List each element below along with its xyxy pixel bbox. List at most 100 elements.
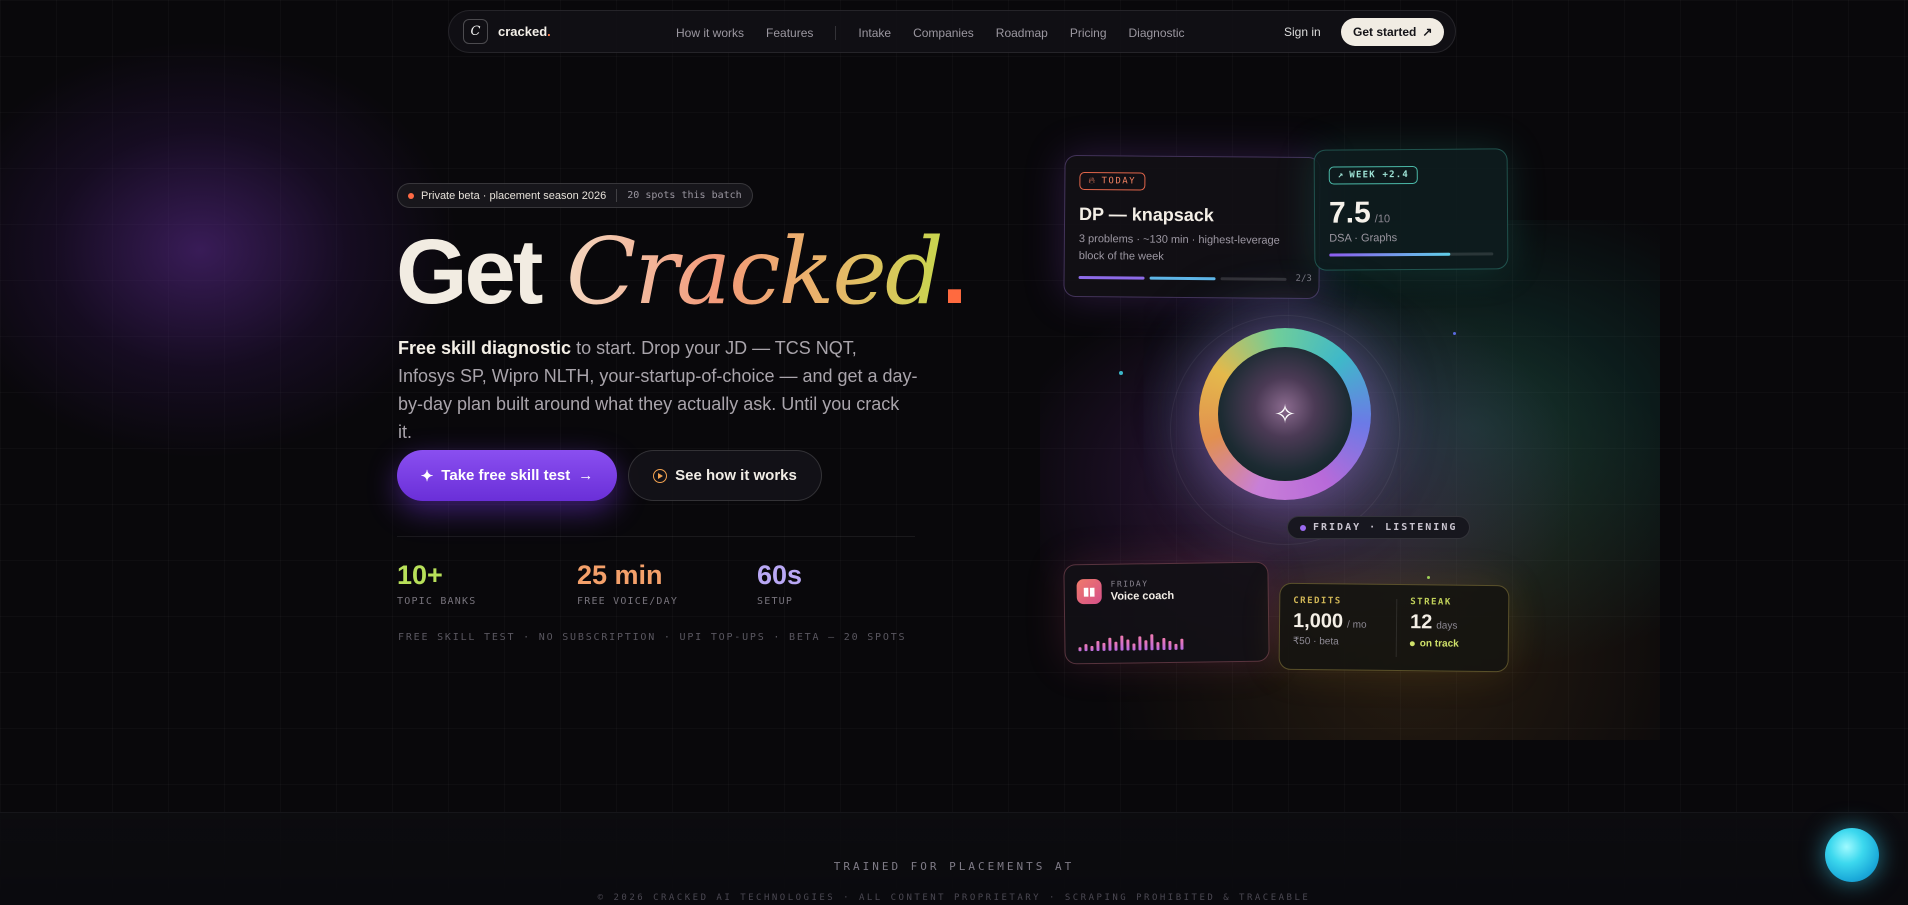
- streak-value: 12: [1409, 611, 1433, 634]
- credits-streak-card[interactable]: CREDITS 1,000 / mo ₹50 · beta STREAK 12 …: [1278, 582, 1510, 673]
- waveform-bar: [1162, 638, 1166, 651]
- stat-setup: 60s SETUP: [757, 560, 802, 607]
- credits-divider: [1395, 599, 1398, 658]
- particle-dot: [1119, 371, 1123, 375]
- voice-title: Voice coach: [1110, 589, 1175, 603]
- nav-link-companies[interactable]: Companies: [913, 26, 974, 40]
- see-how-it-works-button[interactable]: See how it works: [628, 450, 822, 501]
- nav-divider: [835, 25, 837, 40]
- streak-kicker: STREAK: [1410, 597, 1452, 608]
- waveform-bar: [1102, 642, 1106, 651]
- waveform-bar: [1150, 634, 1154, 651]
- voice-coach-card[interactable]: ▮▮ FRIDAY Voice coach: [1063, 561, 1270, 665]
- logo-icon[interactable]: C: [463, 19, 488, 44]
- waveform-bar: [1084, 644, 1088, 652]
- see-how-it-works-label: See how it works: [675, 467, 797, 484]
- nav-link-features[interactable]: Features: [766, 26, 813, 40]
- stat-free-voice: 25 min FREE VOICE/DAY: [577, 560, 678, 607]
- fineprint: FREE SKILL TEST · NO SUBSCRIPTION · UPI …: [398, 632, 907, 643]
- subcopy-bold: Free skill diagnostic: [398, 338, 572, 358]
- week-score-value: 7.5: [1328, 196, 1371, 230]
- week-card[interactable]: ↗ WEEK +2.4 7.5 /10 DSA · Graphs: [1313, 148, 1509, 271]
- sign-in-link[interactable]: Sign in: [1284, 25, 1321, 39]
- headline-cracked: Cracked: [565, 218, 944, 325]
- arrow-right-icon: →: [578, 467, 594, 484]
- get-started-label: Get started: [1353, 25, 1417, 39]
- badge-divider: [616, 189, 618, 202]
- footer: [0, 812, 1908, 905]
- assistant-orb[interactable]: ✧: [1170, 315, 1400, 545]
- week-score: 7.5 /10: [1329, 195, 1493, 230]
- listening-label: FRIDAY · LISTENING: [1313, 522, 1458, 533]
- streak-value-row: 12 days: [1410, 611, 1459, 635]
- nav-link-how-it-works[interactable]: How it works: [676, 26, 744, 40]
- nav-link-intake[interactable]: Intake: [858, 26, 891, 40]
- nav-link-pricing[interactable]: Pricing: [1070, 26, 1107, 40]
- progress-count: 2/3: [1295, 273, 1312, 285]
- listening-status: FRIDAY · LISTENING: [1287, 516, 1471, 539]
- today-tag: 🔥︎ TODAY: [1079, 172, 1146, 191]
- week-tag-label: WEEK +2.4: [1349, 170, 1409, 181]
- stat-value: 60s: [757, 560, 803, 590]
- trained-heading: TRAINED FOR PLACEMENTS AT: [833, 860, 1075, 873]
- sparkle-icon: ✦: [420, 467, 434, 485]
- waveform-bar: [1096, 640, 1100, 651]
- waveform-bar: [1168, 640, 1172, 650]
- take-skill-test-button[interactable]: ✦ Take free skill test →: [397, 450, 617, 501]
- voice-kicker: FRIDAY: [1110, 579, 1149, 589]
- waveform-bar: [1114, 641, 1118, 651]
- flame-icon: 🔥︎: [1088, 176, 1097, 187]
- progress-segment: [1078, 275, 1145, 280]
- today-subtitle: 3 problems · ~130 min · highest-leverage…: [1078, 233, 1280, 263]
- arrow-up-right-icon: ↗: [1422, 25, 1433, 39]
- credits-kicker: CREDITS: [1293, 595, 1342, 607]
- stats-divider: [397, 536, 915, 537]
- waveform-bar: [1132, 643, 1136, 651]
- waveform-bar: [1078, 647, 1082, 652]
- waveform-bar: [1090, 646, 1094, 652]
- waveform-bar: [1144, 640, 1148, 651]
- voice-waveform: [1078, 630, 1184, 652]
- waveform-bar: [1108, 637, 1112, 651]
- sparkle-icon: ✧: [1274, 398, 1296, 429]
- trend-up-icon: ↗: [1337, 170, 1345, 181]
- credits-unit: / mo: [1347, 619, 1367, 631]
- today-progress: 2/3: [1078, 272, 1312, 285]
- voice-header: ▮▮ FRIDAY Voice coach: [1076, 577, 1256, 605]
- stat-label: TOPIC BANKS: [397, 596, 477, 607]
- waveform-bar: [1156, 642, 1160, 651]
- progress-segment: [1220, 276, 1287, 281]
- take-skill-test-label: Take free skill test: [441, 467, 571, 484]
- hero-subcopy: Free skill diagnostic to start. Drop you…: [398, 334, 918, 446]
- top-nav: C cracked. How it works Features Intake …: [448, 10, 1456, 53]
- today-card[interactable]: 🔥︎ TODAY DP — knapsack 3 problems · ~130 …: [1063, 154, 1321, 300]
- get-started-button[interactable]: Get started ↗: [1341, 18, 1445, 46]
- week-tag: ↗ WEEK +2.4: [1328, 165, 1419, 185]
- stat-topic-banks: 10+ TOPIC BANKS: [397, 560, 476, 607]
- nav-link-roadmap[interactable]: Roadmap: [996, 26, 1048, 40]
- orb-core: ✧: [1218, 347, 1352, 481]
- waveform-bar: [1138, 636, 1142, 651]
- headline-dot: .: [941, 221, 968, 323]
- beta-badge: Private beta · placement season 2026 20 …: [397, 183, 753, 208]
- progress-segment: [1149, 276, 1216, 280]
- stat-value: 25 min: [577, 560, 663, 590]
- particle-dot: [1453, 332, 1456, 335]
- waveform-icon: ▮▮: [1076, 578, 1102, 605]
- credits-value: 1,000: [1292, 609, 1344, 633]
- waveform-bar: [1120, 635, 1124, 651]
- particle-dot: [1427, 576, 1430, 579]
- spots-label: 20 spots this batch: [627, 190, 742, 201]
- copyright: © 2026 CRACKED AI TECHNOLOGIES · ALL CON…: [597, 893, 1311, 903]
- stat-label: SETUP: [757, 596, 794, 607]
- play-icon: [653, 468, 668, 483]
- logo-text[interactable]: cracked.: [498, 24, 551, 39]
- streak-status-label: on track: [1419, 638, 1459, 650]
- voice-text: FRIDAY Voice coach: [1111, 579, 1175, 603]
- beta-badge-label: Private beta · placement season 2026: [421, 189, 607, 202]
- hero-headline: Get Cracked.: [396, 221, 968, 323]
- nav-link-diagnostic[interactable]: Diagnostic: [1129, 26, 1185, 40]
- chat-widget-orb[interactable]: [1825, 828, 1879, 882]
- logo-letter: C: [470, 24, 481, 39]
- streak-status: on track: [1409, 638, 1459, 650]
